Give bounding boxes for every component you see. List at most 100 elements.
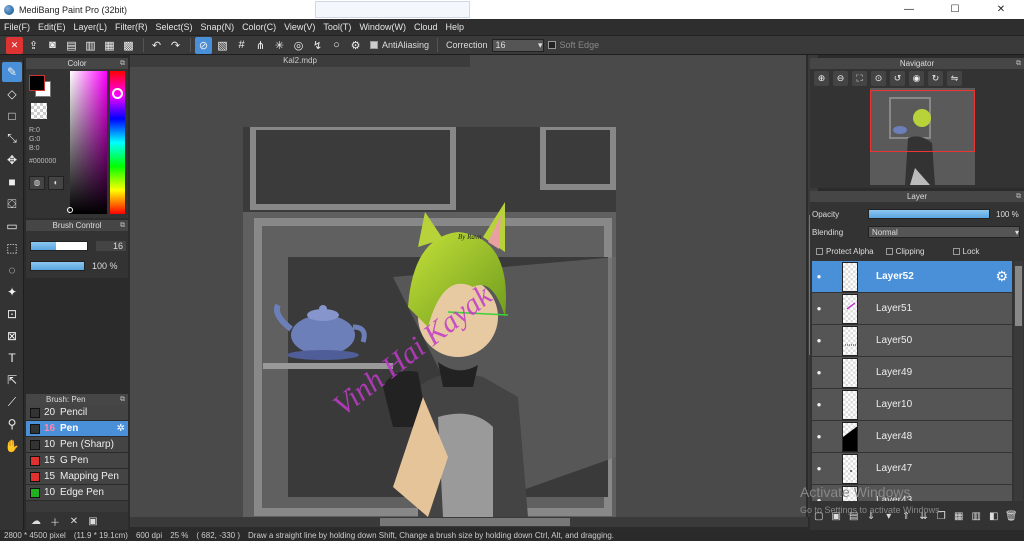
- brush-item[interactable]: 16 Pen ✲: [26, 421, 128, 437]
- gradient-tool-icon[interactable]: ▭: [2, 216, 22, 236]
- pin-icon[interactable]: ⧉: [120, 220, 125, 231]
- delete-brush-icon[interactable]: ✕: [67, 514, 81, 528]
- select-pen-tool-icon[interactable]: ⊡: [2, 304, 22, 324]
- flip-horizontal-icon[interactable]: ⇋: [947, 71, 962, 86]
- minimize-button[interactable]: —: [886, 0, 932, 19]
- menu-view[interactable]: View(V): [284, 22, 315, 32]
- rotate-right-icon[interactable]: ↻: [928, 71, 943, 86]
- correction-dropdown[interactable]: 16 ▾: [491, 38, 544, 52]
- visibility-toggle-icon[interactable]: ●: [812, 368, 826, 377]
- lock-checkbox[interactable]: [952, 247, 960, 255]
- message-icon[interactable]: ▤: [63, 37, 80, 54]
- menu-color[interactable]: Color(C): [242, 22, 276, 32]
- layer-list-scrollbar[interactable]: [1014, 261, 1023, 501]
- soft-edge-checkbox[interactable]: [547, 41, 556, 49]
- foreground-color-swatch[interactable]: [29, 75, 45, 91]
- comment-icon[interactable]: ◙: [44, 37, 61, 54]
- clipping-checkbox[interactable]: [885, 247, 893, 255]
- page-icon[interactable]: ▥: [82, 37, 99, 54]
- maximize-button[interactable]: ☐: [932, 0, 978, 19]
- sv-picker-knob[interactable]: [67, 207, 73, 213]
- brush-size-slider[interactable]: [30, 241, 88, 251]
- vanishing-snap-icon[interactable]: ⋔: [252, 37, 269, 54]
- layer-item[interactable]: ● Layer47: [812, 453, 1012, 485]
- brush-size-value[interactable]: 16: [96, 241, 126, 251]
- menu-filter[interactable]: Filter(R): [115, 22, 148, 32]
- protect-alpha-checkbox[interactable]: [816, 247, 823, 255]
- brush-item[interactable]: 10 Pen (Sharp): [26, 437, 128, 453]
- add-brush-icon[interactable]: ＋: [48, 514, 62, 529]
- navigator-view-box[interactable]: [870, 90, 975, 152]
- layer-opacity-slider[interactable]: [868, 209, 990, 219]
- saturation-value-picker[interactable]: [70, 71, 107, 214]
- brush-item[interactable]: 10 Edge Pen: [26, 485, 128, 501]
- hand-tool-icon[interactable]: ✋: [2, 436, 22, 456]
- divide-tool-icon[interactable]: ⟋: [2, 392, 22, 412]
- brush-item[interactable]: 20 Pencil: [26, 405, 128, 421]
- menu-file[interactable]: File(F): [4, 22, 30, 32]
- layer-item[interactable]: ● Layer51: [812, 293, 1012, 325]
- brush-item[interactable]: 15 Mapping Pen: [26, 469, 128, 485]
- layer-properties-icon[interactable]: ▥: [970, 509, 984, 523]
- layer-mask-icon[interactable]: ◧: [987, 509, 1001, 523]
- crisscross-snap-icon[interactable]: #: [233, 37, 250, 54]
- transparent-color-swatch[interactable]: [31, 103, 47, 119]
- visibility-toggle-icon[interactable]: ●: [812, 400, 826, 409]
- pin-icon[interactable]: ⧉: [120, 394, 125, 405]
- menu-tool[interactable]: Tool(T): [323, 22, 351, 32]
- actual-size-icon[interactable]: ⊙: [871, 71, 886, 86]
- blending-dropdown[interactable]: Normal ▾: [868, 226, 1020, 238]
- gear-icon[interactable]: ✲: [117, 423, 125, 434]
- brush-item[interactable]: 15 G Pen: [26, 453, 128, 469]
- color-picker-icon[interactable]: ◐: [48, 176, 64, 190]
- operation-tool-icon[interactable]: ⇱: [2, 370, 22, 390]
- select-tool-icon[interactable]: ⬚: [2, 238, 22, 258]
- menu-help[interactable]: Help: [445, 22, 464, 32]
- close-document-icon[interactable]: ✕: [6, 36, 23, 54]
- object-tool-icon[interactable]: ⤡: [2, 128, 22, 148]
- palette-icon[interactable]: ◍: [29, 176, 45, 190]
- visibility-toggle-icon[interactable]: ●: [812, 432, 826, 441]
- radial-snap-icon[interactable]: ✳: [271, 37, 288, 54]
- menu-edit[interactable]: Edit(E): [38, 22, 66, 32]
- menu-select[interactable]: Select(S): [156, 22, 193, 32]
- text-tool-icon[interactable]: T: [2, 348, 22, 368]
- magic-wand-tool-icon[interactable]: ✦: [2, 282, 22, 302]
- layer-item[interactable]: ● Layer48: [812, 421, 1012, 453]
- visibility-toggle-icon[interactable]: ●: [812, 464, 826, 473]
- layer-scroll-thumb[interactable]: [1015, 266, 1022, 326]
- zoom-in-icon[interactable]: ⊕: [814, 71, 829, 86]
- eyedropper-tool-icon[interactable]: ⚲: [2, 414, 22, 434]
- fit-to-window-icon[interactable]: ⛶: [852, 71, 867, 86]
- brush-tool-icon[interactable]: ✎: [2, 62, 22, 82]
- document-tab[interactable]: Kal2.mdp: [130, 55, 470, 67]
- layer-item[interactable]: ● Layer50: [812, 325, 1012, 357]
- horizontal-scroll-thumb[interactable]: [380, 518, 570, 526]
- save-icon[interactable]: ▦: [101, 37, 118, 54]
- fill-rect-tool-icon[interactable]: ■: [2, 172, 22, 192]
- parallel-snap-icon[interactable]: ▧: [214, 37, 231, 54]
- lasso-tool-icon[interactable]: ◌: [2, 260, 22, 280]
- menu-window[interactable]: Window(W): [359, 22, 406, 32]
- bucket-tool-icon[interactable]: ⛋: [2, 194, 22, 214]
- layer-item[interactable]: ● Layer10: [812, 389, 1012, 421]
- grid-icon[interactable]: ▩: [120, 37, 137, 54]
- dot-tool-icon[interactable]: □: [2, 106, 22, 126]
- visibility-toggle-icon[interactable]: ●: [812, 336, 826, 345]
- rotate-reset-icon[interactable]: ◉: [909, 71, 924, 86]
- artwork-canvas[interactable]: Vinh Hai Kayak By Ravn: [243, 127, 616, 517]
- brush-opacity-slider[interactable]: [30, 261, 85, 271]
- pin-icon[interactable]: ⧉: [120, 58, 125, 69]
- share-icon[interactable]: ⇪: [25, 37, 42, 54]
- menu-layer[interactable]: Layer(L): [74, 22, 108, 32]
- visibility-toggle-icon[interactable]: ●: [812, 272, 826, 281]
- visibility-toggle-icon[interactable]: ●: [812, 304, 826, 313]
- select-eraser-tool-icon[interactable]: ⊠: [2, 326, 22, 346]
- menu-cloud[interactable]: Cloud: [414, 22, 438, 32]
- redo-icon[interactable]: ↷: [167, 37, 184, 54]
- circle-snap-icon[interactable]: ◎: [290, 37, 307, 54]
- eraser-tool-icon[interactable]: ◇: [2, 84, 22, 104]
- hue-slider-knob[interactable]: [112, 88, 123, 99]
- menu-snap[interactable]: Snap(N): [201, 22, 235, 32]
- snap-off-icon[interactable]: ⊘: [195, 36, 212, 54]
